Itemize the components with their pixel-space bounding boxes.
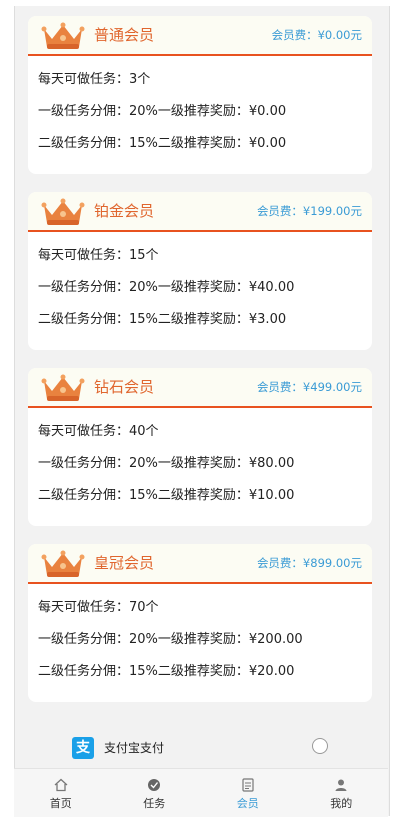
payment-option-alipay[interactable]: 支 支付宝支付: [14, 730, 388, 768]
daily-tasks: 每天可做任务：15个: [38, 248, 159, 263]
tab-member[interactable]: 会员: [201, 769, 295, 817]
daily-tasks: 每天可做任务：3个: [38, 72, 151, 87]
level1-commission: 一级任务分佣：20%一级推荐奖励：¥80.00: [38, 456, 295, 471]
level2-commission: 二级任务分佣：15%二级推荐奖励：¥0.00: [38, 136, 287, 151]
daily-tasks: 每天可做任务：40个: [38, 424, 159, 439]
membership-card-platinum[interactable]: 铂金会员 会员费：¥199.00元 每天可做任务：15个 一级任务分佣：20%一…: [28, 192, 372, 350]
alipay-icon: 支: [72, 737, 94, 759]
payment-label: 支付宝支付: [104, 741, 165, 755]
crown-icon: [41, 22, 85, 49]
home-icon: [54, 778, 68, 792]
crown-icon: [41, 550, 85, 577]
daily-tasks: 每天可做任务：70个: [38, 600, 159, 615]
tab-task[interactable]: 任务: [108, 769, 202, 817]
tab-home[interactable]: 首页: [14, 769, 108, 817]
level2-commission: 二级任务分佣：15%二级推荐奖励：¥20.00: [38, 664, 295, 679]
crown-icon: [41, 198, 85, 225]
bottom-tabbar: 首页 任务 会员 我的: [14, 768, 388, 817]
card-header: 皇冠会员 会员费：¥899.00元: [28, 544, 372, 584]
level1-commission: 一级任务分佣：20%一级推荐奖励：¥40.00: [38, 280, 295, 295]
member-icon: [242, 778, 254, 792]
card-header: 铂金会员 会员费：¥199.00元: [28, 192, 372, 232]
crown-icon: [41, 374, 85, 401]
membership-fee: 会员费：¥0.00元: [271, 28, 362, 42]
level2-commission: 二级任务分佣：15%二级推荐奖励：¥10.00: [38, 488, 295, 503]
tab-label: 我的: [330, 797, 353, 810]
tab-mine[interactable]: 我的: [295, 769, 389, 817]
tab-label: 任务: [143, 797, 166, 810]
membership-fee: 会员费：¥199.00元: [256, 204, 362, 218]
payment-radio[interactable]: [312, 738, 328, 754]
membership-name: 皇冠会员: [94, 554, 155, 572]
tab-label: 首页: [49, 797, 72, 810]
membership-name: 铂金会员: [94, 202, 155, 220]
membership-name: 普通会员: [94, 26, 155, 44]
level1-commission: 一级任务分佣：20%一级推荐奖励：¥0.00: [38, 104, 287, 119]
tab-label: 会员: [236, 797, 259, 810]
user-icon: [335, 779, 347, 791]
membership-card-regular[interactable]: 普通会员 会员费：¥0.00元 每天可做任务：3个 一级任务分佣：20%一级推荐…: [28, 16, 372, 174]
membership-fee: 会员费：¥899.00元: [256, 556, 362, 570]
task-icon: [148, 779, 161, 791]
card-header: 普通会员 会员费：¥0.00元: [28, 16, 372, 56]
level1-commission: 一级任务分佣：20%一级推荐奖励：¥200.00: [38, 632, 303, 647]
membership-fee: 会员费：¥499.00元: [256, 380, 362, 394]
card-header: 钻石会员 会员费：¥499.00元: [28, 368, 372, 408]
membership-name: 钻石会员: [94, 378, 155, 396]
membership-card-crown[interactable]: 皇冠会员 会员费：¥899.00元 每天可做任务：70个 一级任务分佣：20%一…: [28, 544, 372, 702]
membership-card-diamond[interactable]: 钻石会员 会员费：¥499.00元 每天可做任务：40个 一级任务分佣：20%一…: [28, 368, 372, 526]
level2-commission: 二级任务分佣：15%二级推荐奖励：¥3.00: [38, 312, 287, 327]
